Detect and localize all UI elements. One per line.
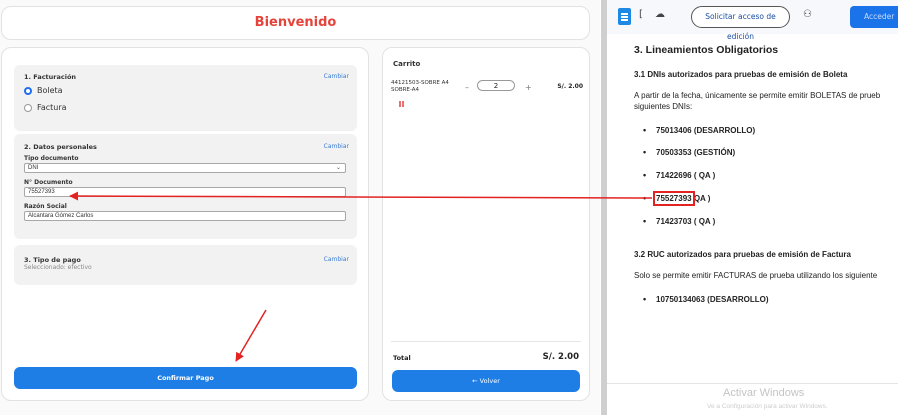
doc-para-31-line1: A partir de la fecha, únicamente se perm…: [634, 91, 881, 100]
divider: [391, 341, 581, 342]
name-input[interactable]: Alcantara Gómez Carlos: [24, 211, 346, 221]
doc-type-value: DNI: [28, 165, 39, 171]
request-edit-access-button[interactable]: Solicitar acceso de edición: [691, 6, 790, 41]
confirm-payment-button[interactable]: Confirmar Pago: [14, 367, 357, 389]
cloud-icon[interactable]: ☁: [655, 9, 665, 20]
doc-section-32: 3.2 RUC autorizados para pruebas de emis…: [634, 250, 851, 259]
payment-title: 3. Tipo de pago: [24, 256, 81, 264]
dni-list-item: 70503353 (GESTIÓN): [643, 147, 735, 157]
cart-title: Carrito: [393, 60, 421, 68]
ruc-list-item: 10750134063 (DESARROLLO): [643, 294, 768, 304]
total-value: S/. 2.00: [542, 352, 579, 362]
name-label: Razón Social: [24, 203, 67, 210]
header-card: Bienvenido: [1, 6, 590, 40]
highlighted-dni: 75527393: [653, 191, 695, 206]
page-title: Bienvenido: [254, 15, 337, 30]
radio-factura-label: Factura: [37, 103, 67, 112]
doc-toolbar: [ ☁ Solicitar acceso de edición ⚇ Accede…: [607, 0, 898, 41]
doc-type-select[interactable]: DNI ⌄: [24, 163, 346, 173]
dni-list-item: 75013406 (DESARROLLO): [643, 125, 755, 135]
personal-title: 2. Datos personales: [24, 143, 97, 151]
google-doc-window: [ ☁ Solicitar acceso de edición ⚇ Accede…: [601, 0, 898, 415]
dni-list-item: 71422696 ( QA ): [643, 170, 715, 180]
divider: [607, 383, 898, 384]
checkout-app: Bienvenido 1. Facturación Cambiar Boleta…: [0, 0, 600, 415]
doc-para-32: Solo se permite emitir FACTURAS de prueb…: [634, 271, 878, 280]
dni-suffix: QA ): [691, 194, 711, 203]
total-label: Total: [393, 354, 411, 362]
dni-list-item-highlighted: 75527393 QA ): [643, 191, 711, 206]
folder-icon[interactable]: [: [639, 9, 643, 20]
access-button[interactable]: Acceder: [850, 6, 898, 28]
dni-list-item: 71423703 ( QA ): [643, 216, 715, 226]
radio-factura[interactable]: Factura: [24, 103, 67, 112]
checkout-form: 1. Facturación Cambiar Boleta Factura 2.…: [1, 47, 369, 401]
chevron-down-icon: ⌄: [335, 165, 341, 171]
billing-title: 1. Facturación: [24, 73, 77, 81]
doc-type-label: Tipo documento: [24, 155, 79, 162]
billing-change-link[interactable]: Cambiar: [324, 73, 349, 80]
payment-section: 3. Tipo de pago Seleccionado: efectivo C…: [14, 245, 357, 285]
radio-selected-icon: [24, 86, 32, 95]
windows-watermark-subtitle: Ve a Configuración para activar Windows.: [707, 403, 828, 410]
doc-para-31-line2: siguientes DNIs:: [634, 102, 693, 111]
radio-unselected-icon: [24, 103, 32, 112]
cart-item-price: S/. 2.00: [557, 83, 583, 90]
doc-number-label: N° Documento: [24, 179, 73, 186]
radio-boleta-label: Boleta: [37, 86, 63, 95]
docs-icon: [618, 8, 631, 25]
trash-icon[interactable]: [399, 101, 401, 107]
payment-subtitle: Seleccionado: efectivo: [24, 264, 92, 271]
doc-section-31: 3.1 DNIs autorizados para pruebas de emi…: [634, 70, 848, 79]
cart-item-name: 44121503-SOBRE A4 SOBRE-A4: [391, 80, 449, 93]
personal-change-link[interactable]: Cambiar: [324, 143, 349, 150]
doc-heading: 3. Lineamientos Obligatorios: [634, 44, 779, 56]
windows-watermark-title: Activar Windows: [723, 387, 805, 399]
qty-decrease-button[interactable]: –: [465, 83, 469, 92]
qty-input[interactable]: 2: [477, 80, 515, 91]
qty-increase-button[interactable]: +: [525, 83, 532, 92]
doc-number-input[interactable]: 75527393: [24, 187, 346, 197]
payment-change-link[interactable]: Cambiar: [324, 256, 349, 263]
personal-data-section: 2. Datos personales Cambiar Tipo documen…: [14, 134, 357, 239]
radio-boleta[interactable]: Boleta: [24, 86, 63, 95]
billing-section: 1. Facturación Cambiar Boleta Factura: [14, 65, 357, 131]
add-person-icon[interactable]: ⚇: [803, 9, 812, 20]
cart-panel: Carrito 44121503-SOBRE A4 SOBRE-A4 – 2 +…: [382, 47, 590, 401]
back-button[interactable]: ← Volver: [392, 370, 580, 392]
